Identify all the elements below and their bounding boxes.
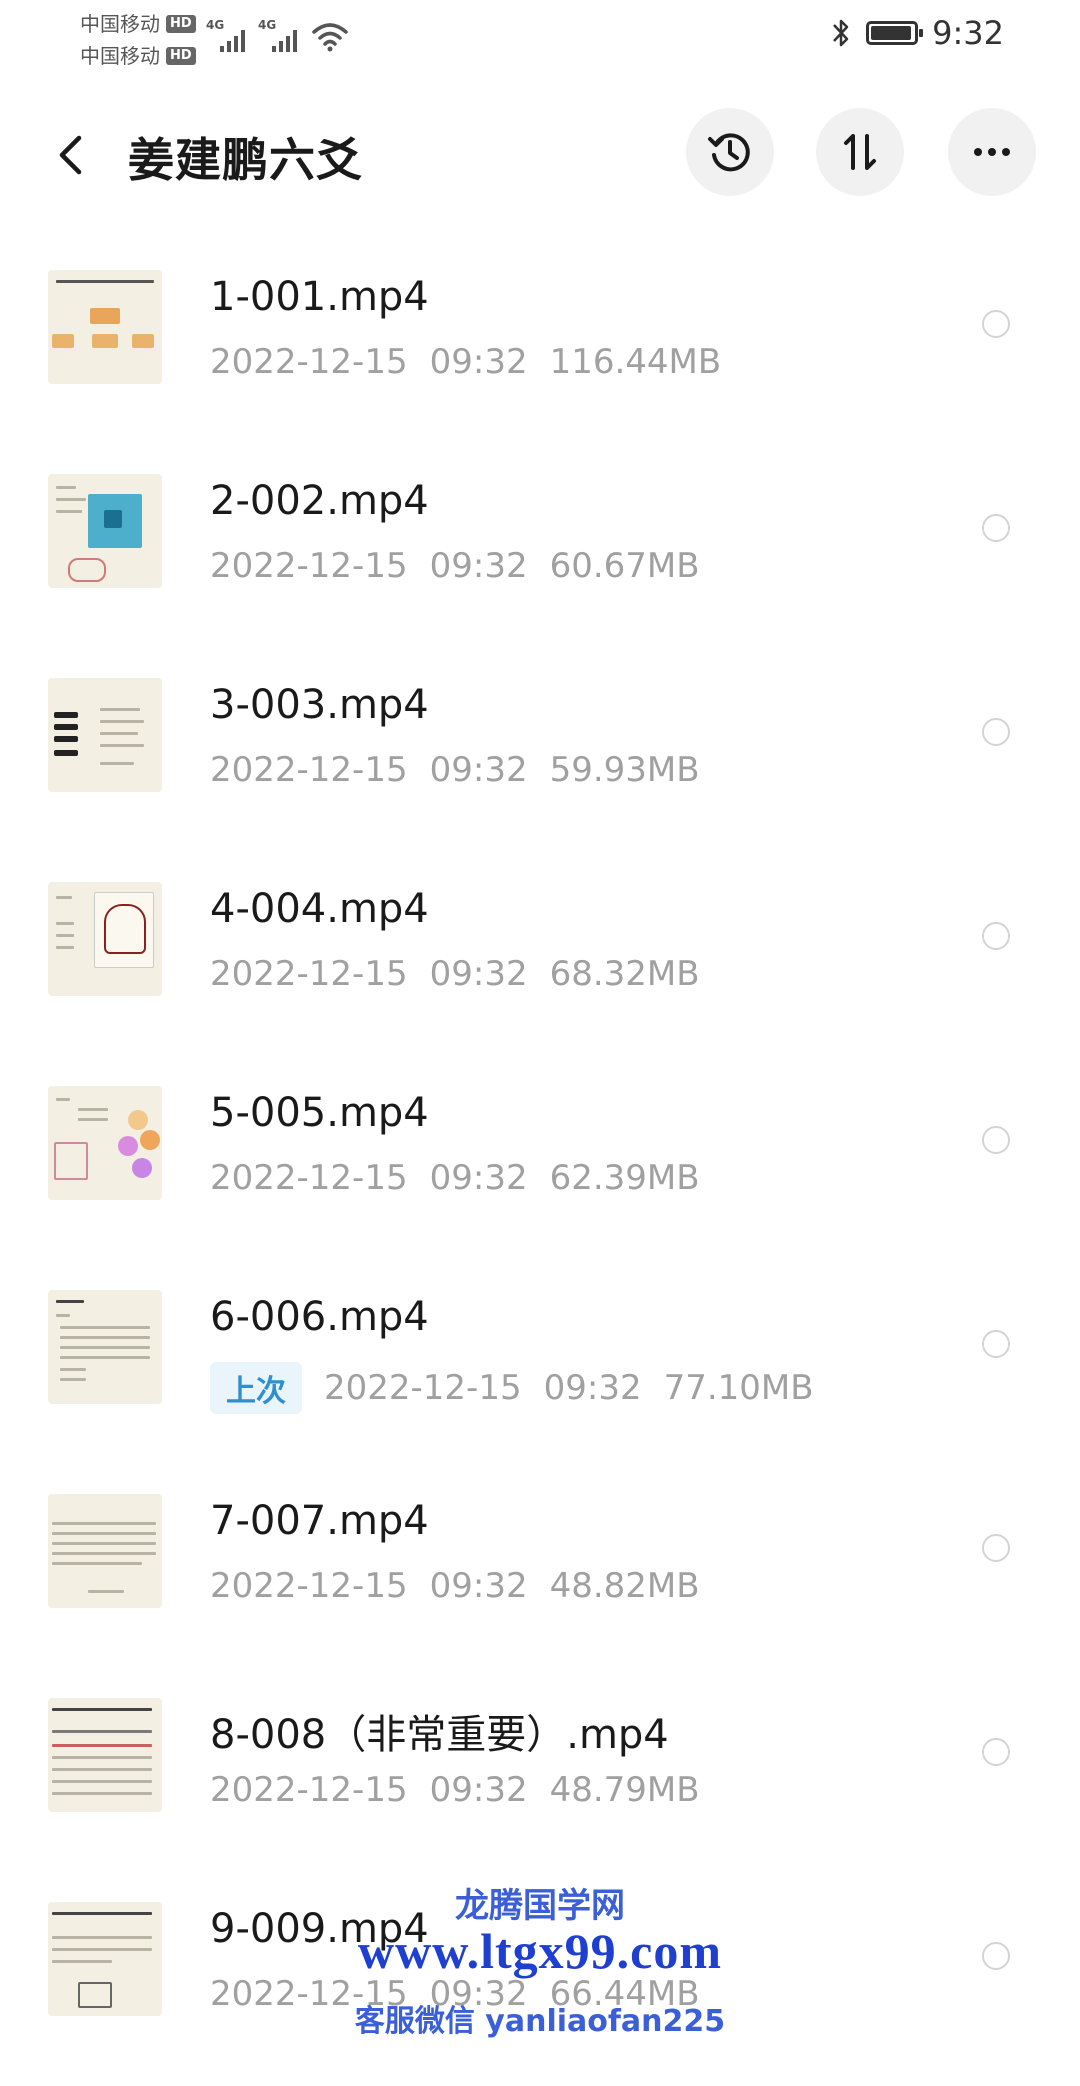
watermark-contact: 客服微信 yanliaofan225	[354, 2004, 726, 2039]
select-radio[interactable]	[982, 310, 1010, 338]
file-name: 4-004.mp4	[210, 886, 429, 932]
file-meta: 2022-12-15 09:32 62.39MB	[210, 1158, 700, 1198]
file-size: 116.44MB	[549, 342, 722, 382]
signal-icon: 4G	[206, 18, 246, 54]
file-time: 09:32	[429, 1158, 528, 1198]
file-time: 09:32	[429, 546, 528, 586]
select-radio[interactable]	[982, 514, 1010, 542]
file-name: 2-002.mp4	[210, 478, 429, 524]
file-name: 5-005.mp4	[210, 1090, 429, 1136]
more-icon	[974, 148, 1010, 156]
wifi-icon	[312, 23, 348, 52]
select-radio[interactable]	[982, 1738, 1010, 1766]
file-meta: 2022-12-15 09:32 59.93MB	[210, 750, 700, 790]
file-row[interactable]: 1-001.mp4 2022-12-15 09:32 116.44MB	[0, 250, 1080, 454]
video-thumbnail	[48, 1494, 162, 1608]
status-bar: 中国移动 HD 中国移动 HD 4G 4G 9:32	[0, 0, 1080, 80]
file-row[interactable]: 5-005.mp4 2022-12-15 09:32 62.39MB	[0, 1066, 1080, 1270]
video-thumbnail	[48, 1290, 162, 1404]
file-meta: 2022-12-15 09:32 60.67MB	[210, 546, 700, 586]
file-size: 59.93MB	[549, 750, 700, 790]
clock: 9:32	[932, 14, 1004, 52]
video-thumbnail	[48, 678, 162, 792]
sort-icon	[844, 134, 876, 170]
file-size: 68.32MB	[549, 954, 700, 994]
file-meta: 2022-12-15 09:32 68.32MB	[210, 954, 700, 994]
page-title: 姜建鹏六爻	[128, 133, 363, 187]
battery-icon	[866, 21, 924, 45]
back-arrow-icon	[59, 135, 82, 175]
file-date: 2022-12-15	[210, 750, 408, 790]
file-row[interactable]: 8-008（非常重要）.mp4 2022-12-15 09:32 48.79MB	[0, 1678, 1080, 1882]
video-thumbnail	[48, 474, 162, 588]
hd-badge: HD	[166, 47, 196, 65]
video-thumbnail	[48, 1086, 162, 1200]
sort-button[interactable]	[816, 108, 904, 196]
file-row[interactable]: 7-007.mp4 2022-12-15 09:32 48.82MB	[0, 1474, 1080, 1678]
file-size: 62.39MB	[549, 1158, 700, 1198]
file-time: 09:32	[429, 750, 528, 790]
file-size: 48.79MB	[549, 1770, 700, 1810]
watermark-url: www.ltgx99.com	[358, 1923, 722, 1979]
more-options-button[interactable]	[948, 108, 1036, 196]
carrier-1-label: 中国移动	[80, 12, 160, 36]
file-row[interactable]: 3-003.mp4 2022-12-15 09:32 59.93MB	[0, 658, 1080, 862]
file-date: 2022-12-15	[210, 954, 408, 994]
file-time: 09:32	[429, 1566, 528, 1606]
hd-badge: HD	[166, 15, 196, 33]
file-name: 8-008（非常重要）.mp4	[210, 1712, 669, 1758]
file-date: 2022-12-15	[324, 1368, 522, 1408]
file-row[interactable]: 6-006.mp4 上次 2022-12-15 09:32 77.10MB	[0, 1270, 1080, 1474]
video-thumbnail	[48, 1698, 162, 1812]
file-date: 2022-12-15	[210, 342, 408, 382]
video-thumbnail	[48, 882, 162, 996]
select-radio[interactable]	[982, 718, 1010, 746]
carrier-info: 中国移动 HD 中国移动 HD	[80, 8, 196, 72]
history-button[interactable]	[686, 108, 774, 196]
file-date: 2022-12-15	[210, 1566, 408, 1606]
last-played-badge: 上次	[210, 1362, 302, 1414]
file-date: 2022-12-15	[210, 1770, 408, 1810]
bluetooth-icon	[833, 19, 849, 47]
select-radio[interactable]	[982, 1534, 1010, 1562]
select-radio[interactable]	[982, 1330, 1010, 1358]
file-meta: 2022-12-15 09:32 48.79MB	[210, 1770, 700, 1810]
watermark-site-name: 龙腾国学网	[455, 1886, 625, 1926]
file-name: 1-001.mp4	[210, 274, 429, 320]
file-time: 09:32	[543, 1368, 642, 1408]
file-time: 09:32	[429, 954, 528, 994]
file-meta: 上次 2022-12-15 09:32 77.10MB	[210, 1362, 814, 1414]
file-time: 09:32	[429, 1770, 528, 1810]
file-size: 60.67MB	[549, 546, 700, 586]
video-thumbnail	[48, 270, 162, 384]
file-date: 2022-12-15	[210, 546, 408, 586]
select-radio[interactable]	[982, 922, 1010, 950]
back-button[interactable]	[48, 128, 92, 182]
file-size: 48.82MB	[549, 1566, 700, 1606]
file-size: 77.10MB	[663, 1368, 814, 1408]
file-time: 09:32	[429, 342, 528, 382]
carrier-2-label: 中国移动	[80, 44, 160, 68]
file-date: 2022-12-15	[210, 1158, 408, 1198]
watermark: 龙腾国学网 www.ltgx99.com 客服微信 yanliaofan225	[0, 1878, 1080, 2049]
history-icon	[708, 133, 750, 172]
file-name: 3-003.mp4	[210, 682, 429, 728]
file-row[interactable]: 2-002.mp4 2022-12-15 09:32 60.67MB	[0, 454, 1080, 658]
file-row[interactable]: 4-004.mp4 2022-12-15 09:32 68.32MB	[0, 862, 1080, 1066]
file-name: 6-006.mp4	[210, 1294, 429, 1340]
file-meta: 2022-12-15 09:32 48.82MB	[210, 1566, 700, 1606]
app-header: 姜建鹏六爻	[0, 100, 1080, 210]
file-meta: 2022-12-15 09:32 116.44MB	[210, 342, 721, 382]
select-radio[interactable]	[982, 1126, 1010, 1154]
file-name: 7-007.mp4	[210, 1498, 429, 1544]
signal-icon: 4G	[258, 18, 298, 54]
